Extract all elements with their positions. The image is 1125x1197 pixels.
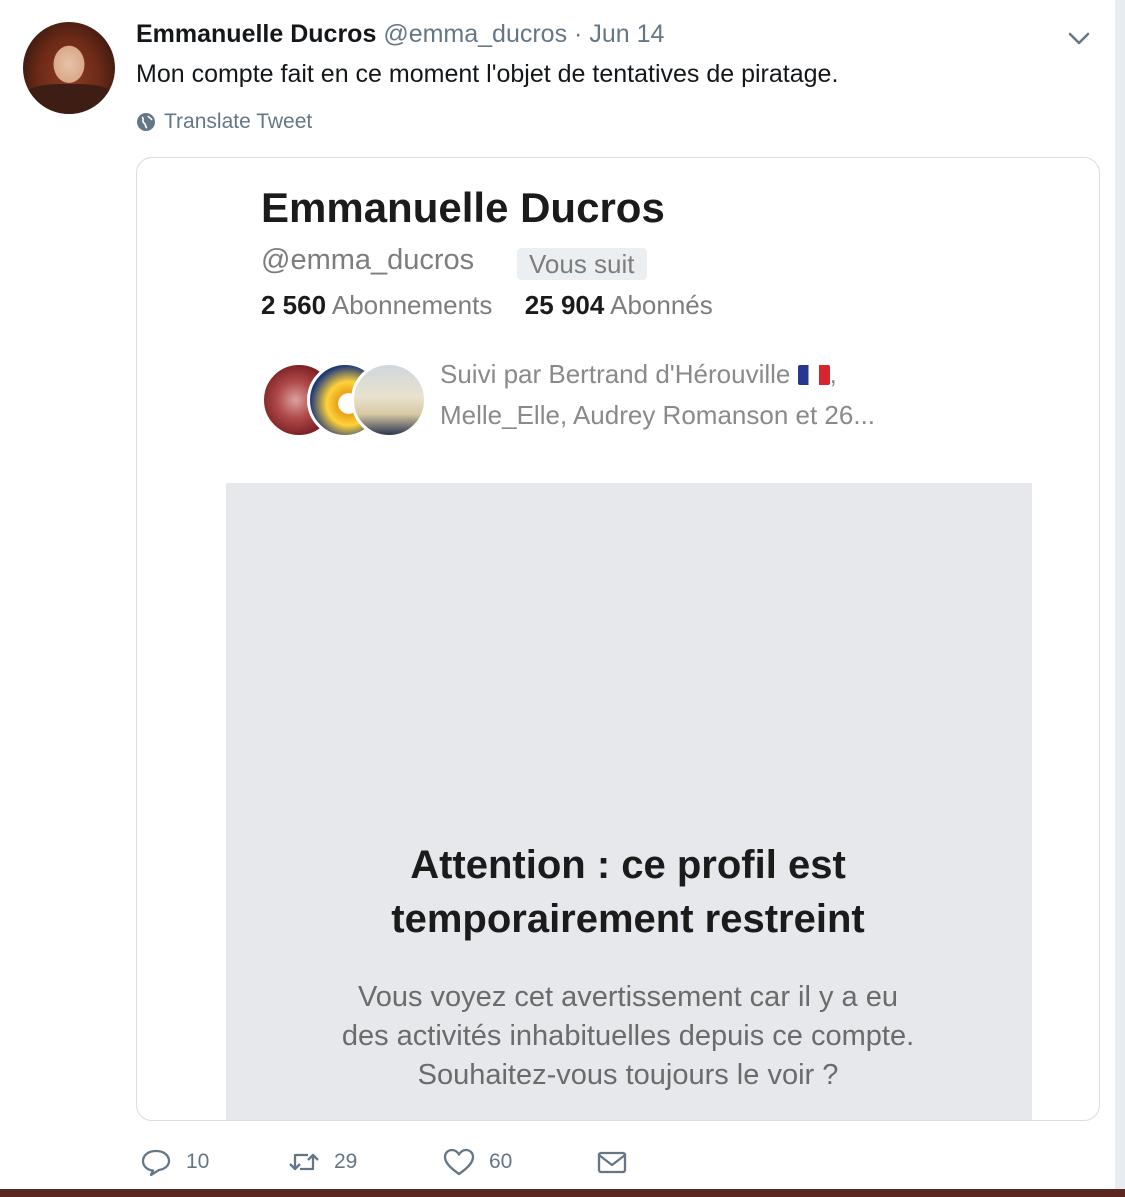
like-count: 60 [489,1150,513,1173]
followers-label: Abonnés [610,290,713,320]
tweet-actions: 10 29 60 [140,1148,660,1184]
tweet-header: Emmanuelle Ducros @emma_ducros · Jun 14 [136,20,664,49]
following-count: 2 560 [261,290,327,320]
warning-body-line1: Vous voyez cet avertissement car il y a … [358,981,898,1013]
followed-by-line2: Melle_Elle, Audrey Romanson et 26... [440,400,876,430]
warning-body: Vous voyez cet avertissement car il y a … [137,978,1099,1095]
retweet-button[interactable]: 29 [288,1148,357,1176]
retweet-icon [289,1153,319,1171]
retweet-count: 29 [334,1150,358,1173]
timeline-border [1115,0,1125,1189]
globe-icon [137,113,155,131]
attached-image-card[interactable]: Emmanuelle Ducros @emma_ducros Vous suit… [136,157,1100,1121]
separator-dot: · [574,20,583,48]
follows-you-badge: Vous suit [517,248,647,280]
envelope-icon [597,1151,627,1174]
profile-stats: 2 560 Abonnements 25 904 Abonnés [261,290,713,321]
like-button[interactable]: 60 [443,1148,512,1176]
followers-count: 25 904 [524,290,605,320]
tweet-date[interactable]: Jun 14 [589,20,664,48]
profile-handle: @emma_ducros [261,244,475,276]
author-name[interactable]: Emmanuelle Ducros [136,20,376,48]
author-handle[interactable]: @emma_ducros [383,20,567,48]
author-avatar[interactable] [23,22,115,114]
tweet-text: Mon compte fait en ce moment l'objet de … [136,60,839,88]
bottom-bar [0,1189,1125,1197]
following-label: Abonnements [331,290,493,320]
warning-title: Attention : ce profil est temporairement… [137,838,1099,946]
direct-message-button[interactable] [596,1148,628,1176]
followed-by-line1: Suivi par Bertrand d'Hérouville [440,359,791,389]
flag-fr-icon [797,365,830,385]
translate-label: Translate Tweet [164,110,313,133]
translate-tweet-link[interactable]: Translate Tweet [136,110,312,134]
warning-title-line1: Attention : ce profil est [410,843,846,887]
chevron-down-icon[interactable] [1067,29,1091,49]
reply-icon [141,1149,171,1176]
heart-icon [443,1148,475,1176]
reply-button[interactable]: 10 [140,1148,209,1176]
follower-avatar [351,362,427,438]
followed-by-comma: , [829,359,837,389]
warning-body-line2: des activités inhabituelles depuis ce co… [341,1020,915,1052]
followed-by-text: Suivi par Bertrand d'Hérouville , Melle_… [440,354,960,436]
profile-name: Emmanuelle Ducros [261,184,665,231]
reply-count: 10 [186,1150,210,1173]
warning-title-line2: temporairement restreint [391,897,865,941]
warning-body-line3: Souhaitez-vous toujours le voir ? [417,1059,839,1091]
